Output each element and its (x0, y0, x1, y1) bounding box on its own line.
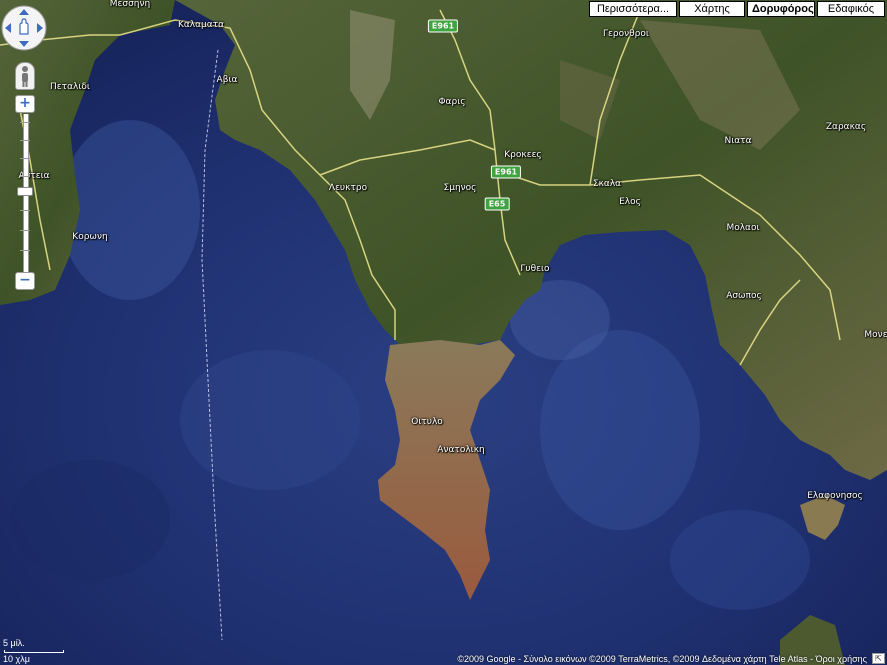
zoom-in-button[interactable]: + (15, 95, 35, 113)
place-label-smynos: Σμηνος (443, 183, 477, 193)
place-label-petalidi: Πεταλιδι (50, 82, 90, 92)
place-label-anatoliki: Ανατολικη (437, 445, 485, 455)
zoom-slider-handle[interactable] (17, 187, 33, 196)
zoom-tick (20, 210, 30, 211)
place-label-asopos: Ασωπος (726, 291, 762, 301)
place-label-avia: Αβια (216, 75, 238, 85)
map-type-satellite-button[interactable]: Δορυφόρος (747, 1, 815, 17)
satellite-map[interactable]: Καλαματα Μεσσηνη Αβια Πεταλιδι Αστεια Κο… (0, 0, 887, 665)
resize-corner-icon[interactable]: ⇱ (872, 653, 885, 664)
place-label-kalamata: Καλαματα (177, 20, 225, 30)
zoom-tick (20, 176, 30, 177)
zoom-tick (20, 250, 30, 251)
place-label-gytheio: Γυθειο (520, 264, 550, 274)
pegman-icon[interactable] (15, 62, 35, 90)
place-label-gerontrhoi: Γερονθροι (603, 29, 649, 39)
place-label-molaoi: Μολαοι (726, 223, 760, 233)
place-label-skala: Σκαλα (592, 179, 622, 189)
more-button[interactable]: Περισσότερα... (589, 1, 677, 17)
road-shield-e961: E961 (490, 165, 522, 179)
place-label-koroni: Κορωνη (72, 232, 108, 242)
copyright-text: ©2009 Google - Σύνολο εικόνων ©2009 Terr… (457, 654, 867, 664)
map-type-terrain-button[interactable]: Εδαφικός (817, 1, 885, 17)
zoom-tick (20, 122, 30, 123)
pan-control[interactable] (0, 4, 48, 52)
zoom-tick (20, 158, 30, 159)
place-label-krokees: Κροκεες (504, 150, 542, 160)
scale-bottom-label: 10 χλμ (3, 654, 30, 664)
place-label-messini: Μεσσηνη (109, 0, 151, 9)
place-label-elafonisos: Ελαφονησος (807, 491, 863, 501)
place-label-oitylo: Οιτυλο (411, 417, 443, 427)
place-label-faris: Φαρις (438, 97, 466, 107)
place-label-elos: Ελος (619, 197, 641, 207)
map-type-map-button[interactable]: Χάρτης (679, 1, 745, 17)
zoom-out-button[interactable]: − (15, 272, 35, 290)
zoom-tick (20, 140, 30, 141)
road-shield-e961: E961 (427, 19, 459, 33)
map-type-controls: Περισσότερα... Χάρτης Δορυφόρος Εδαφικός (589, 1, 885, 17)
scale-bar (4, 650, 64, 653)
scale-top-label: 5 μίλ. (3, 638, 25, 648)
place-label-niata: Νιατα (724, 136, 752, 146)
road-shield-e65: E65 (484, 197, 510, 211)
scale-control: 5 μίλ. 10 χλμ (3, 638, 64, 664)
place-label-zarakas: Ζαρακας (825, 122, 867, 132)
place-label-leuktro: Λευκτρο (328, 183, 368, 193)
zoom-tick (20, 230, 30, 231)
place-label-monemvasia: Μονε (864, 330, 887, 340)
